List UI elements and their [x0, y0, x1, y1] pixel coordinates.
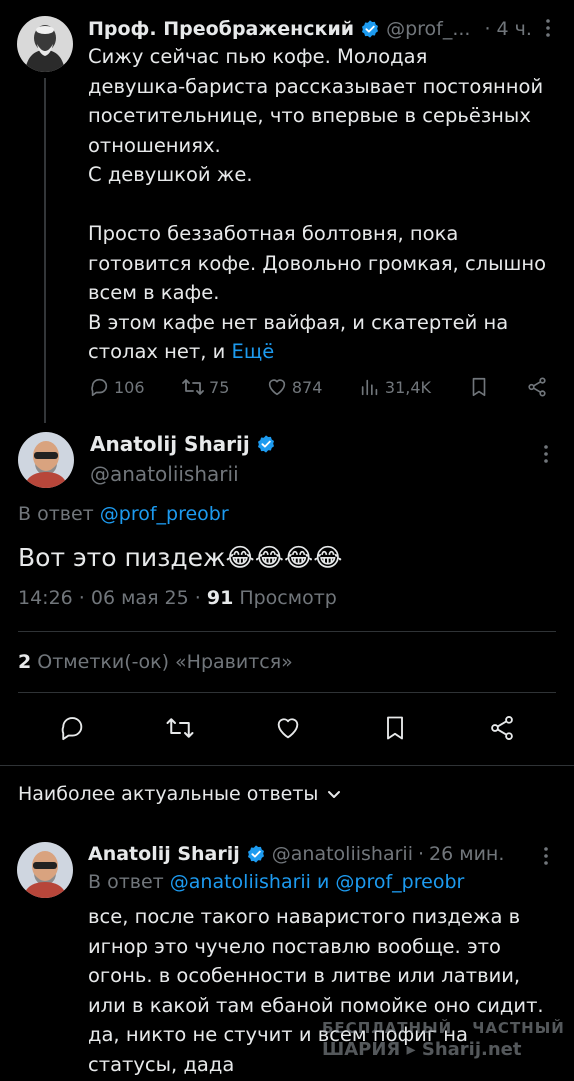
share-icon[interactable] [488, 714, 516, 742]
parent-repost-count: 75 [209, 377, 230, 397]
watermark: БЕСПЛАТНЫЙ ЧАСТНЫЙ ШАРИЯ ▸ Sharij.net [322, 1019, 565, 1069]
parent-actions-bar: 106 75 874 31,4K [88, 372, 548, 402]
reply-prefix: В ответ [88, 871, 170, 893]
show-more-link[interactable]: Ещё [232, 340, 275, 363]
reply-icon [91, 378, 108, 397]
reply-more-icon[interactable] [536, 846, 556, 866]
section-divider [0, 765, 574, 766]
verified-badge-icon [362, 20, 379, 38]
watermark-text-a: БЕСПЛАТНЫЙ [322, 1019, 453, 1037]
watermark-line-1: БЕСПЛАТНЫЙ ЧАСТНЫЙ [322, 1019, 565, 1037]
divider [18, 631, 556, 632]
reply-joiner: и [310, 871, 336, 893]
reply-to-handle-1[interactable]: @anatoliisharii [170, 871, 311, 893]
main-actions-bar [18, 708, 556, 748]
verified-badge-icon [247, 845, 264, 863]
chevron-down-icon [328, 791, 341, 798]
reply-icon[interactable] [58, 714, 86, 742]
parent-author-handle[interactable]: @prof_... [386, 18, 470, 40]
parent-tweet-text: Сижу сейчас пью кофе. Молодая девушка-ба… [88, 42, 548, 367]
main-tweet-header: Anatolij Sharij @anatoliisharii [18, 430, 558, 494]
main-author-handle[interactable]: @anatoliisharii [90, 462, 239, 486]
main-author-name[interactable]: Anatolij Sharij [90, 432, 250, 456]
divider [18, 692, 556, 693]
parent-reply-button[interactable]: 106 [88, 376, 145, 398]
parent-tweet-time[interactable]: 4 ч. [497, 18, 532, 40]
reply-sort-dropdown[interactable]: Наиболее актуальные ответы [18, 783, 342, 805]
parent-reply-count: 106 [114, 377, 145, 397]
watermark-line-2: ШАРИЯ ▸ Sharij.net [322, 1039, 522, 1060]
parent-views-count: 31,4K [384, 377, 432, 397]
parent-like-button[interactable]: 874 [266, 376, 323, 398]
parent-like-count: 874 [291, 377, 323, 397]
parent-tweet-header: Проф. Преображенский @prof_... · 4 ч. [88, 16, 558, 42]
main-reply-context: В ответ @prof_preobr [18, 503, 229, 525]
reply-sort-label: Наиболее актуальные ответы [18, 783, 319, 805]
parent-author-name[interactable]: Проф. Преображенский [88, 18, 354, 40]
reply-context: В ответ @anatoliisharii и @prof_preobr [88, 871, 464, 893]
reply-author-name[interactable]: Anatolij Sharij [88, 843, 240, 865]
bookmark-icon[interactable] [381, 714, 409, 742]
reply-to-handle[interactable]: @prof_preobr [100, 503, 229, 525]
reply-tweet-time[interactable]: 26 мин. [429, 843, 504, 865]
header-separator: · [484, 18, 491, 40]
repost-icon[interactable] [165, 714, 195, 742]
thread-line [44, 78, 46, 423]
parent-tweet[interactable]: Проф. Преображенский @prof_... · 4 ч. Си… [0, 0, 574, 423]
bookmark-icon[interactable] [468, 376, 490, 398]
main-likes-summary[interactable]: 2 Отметки(-ок) «Нравится» [18, 651, 293, 673]
main-likes-count: 2 [18, 651, 32, 673]
main-views-label: Просмотр [233, 587, 337, 609]
repost-icon [182, 379, 204, 395]
reply-to-handle-2[interactable]: @prof_preobr [335, 871, 464, 893]
main-more-icon[interactable] [536, 444, 556, 464]
main-tweet-time[interactable]: 14:26 · 06 мая 25 · [18, 587, 207, 609]
like-icon [268, 379, 286, 396]
parent-views-button[interactable]: 31,4K [359, 376, 431, 398]
parent-more-icon[interactable] [538, 18, 558, 38]
main-author-name-row[interactable]: Anatolij Sharij [90, 432, 282, 456]
parent-tweet-body: Сижу сейчас пью кофе. Молодая девушка-ба… [88, 45, 547, 363]
views-icon [361, 379, 378, 396]
reply-prefix: В ответ [18, 503, 100, 525]
main-views-count: 91 [206, 587, 234, 609]
verified-badge-icon [257, 435, 274, 453]
main-author-avatar[interactable] [18, 432, 74, 488]
parent-author-avatar[interactable] [17, 16, 73, 72]
share-icon[interactable] [526, 376, 548, 398]
reply-tweet-header: Anatolij Sharij @anatoliisharii · 26 мин… [88, 840, 558, 868]
reply-author-avatar[interactable] [17, 842, 73, 898]
main-tweet-meta: 14:26 · 06 мая 25 · 91 Просмотр [18, 587, 337, 609]
watermark-text-b: ЧАСТНЫЙ [472, 1019, 565, 1037]
main-likes-label: Отметки(-ок) «Нравится» [31, 651, 293, 673]
reply-author-handle[interactable]: @anatoliisharii [272, 843, 413, 865]
header-separator: · [417, 843, 425, 865]
like-icon[interactable] [274, 714, 302, 742]
main-tweet-text: Вот это пиздеж😂😂😂😂 [18, 543, 343, 572]
parent-repost-button[interactable]: 75 [181, 376, 229, 398]
